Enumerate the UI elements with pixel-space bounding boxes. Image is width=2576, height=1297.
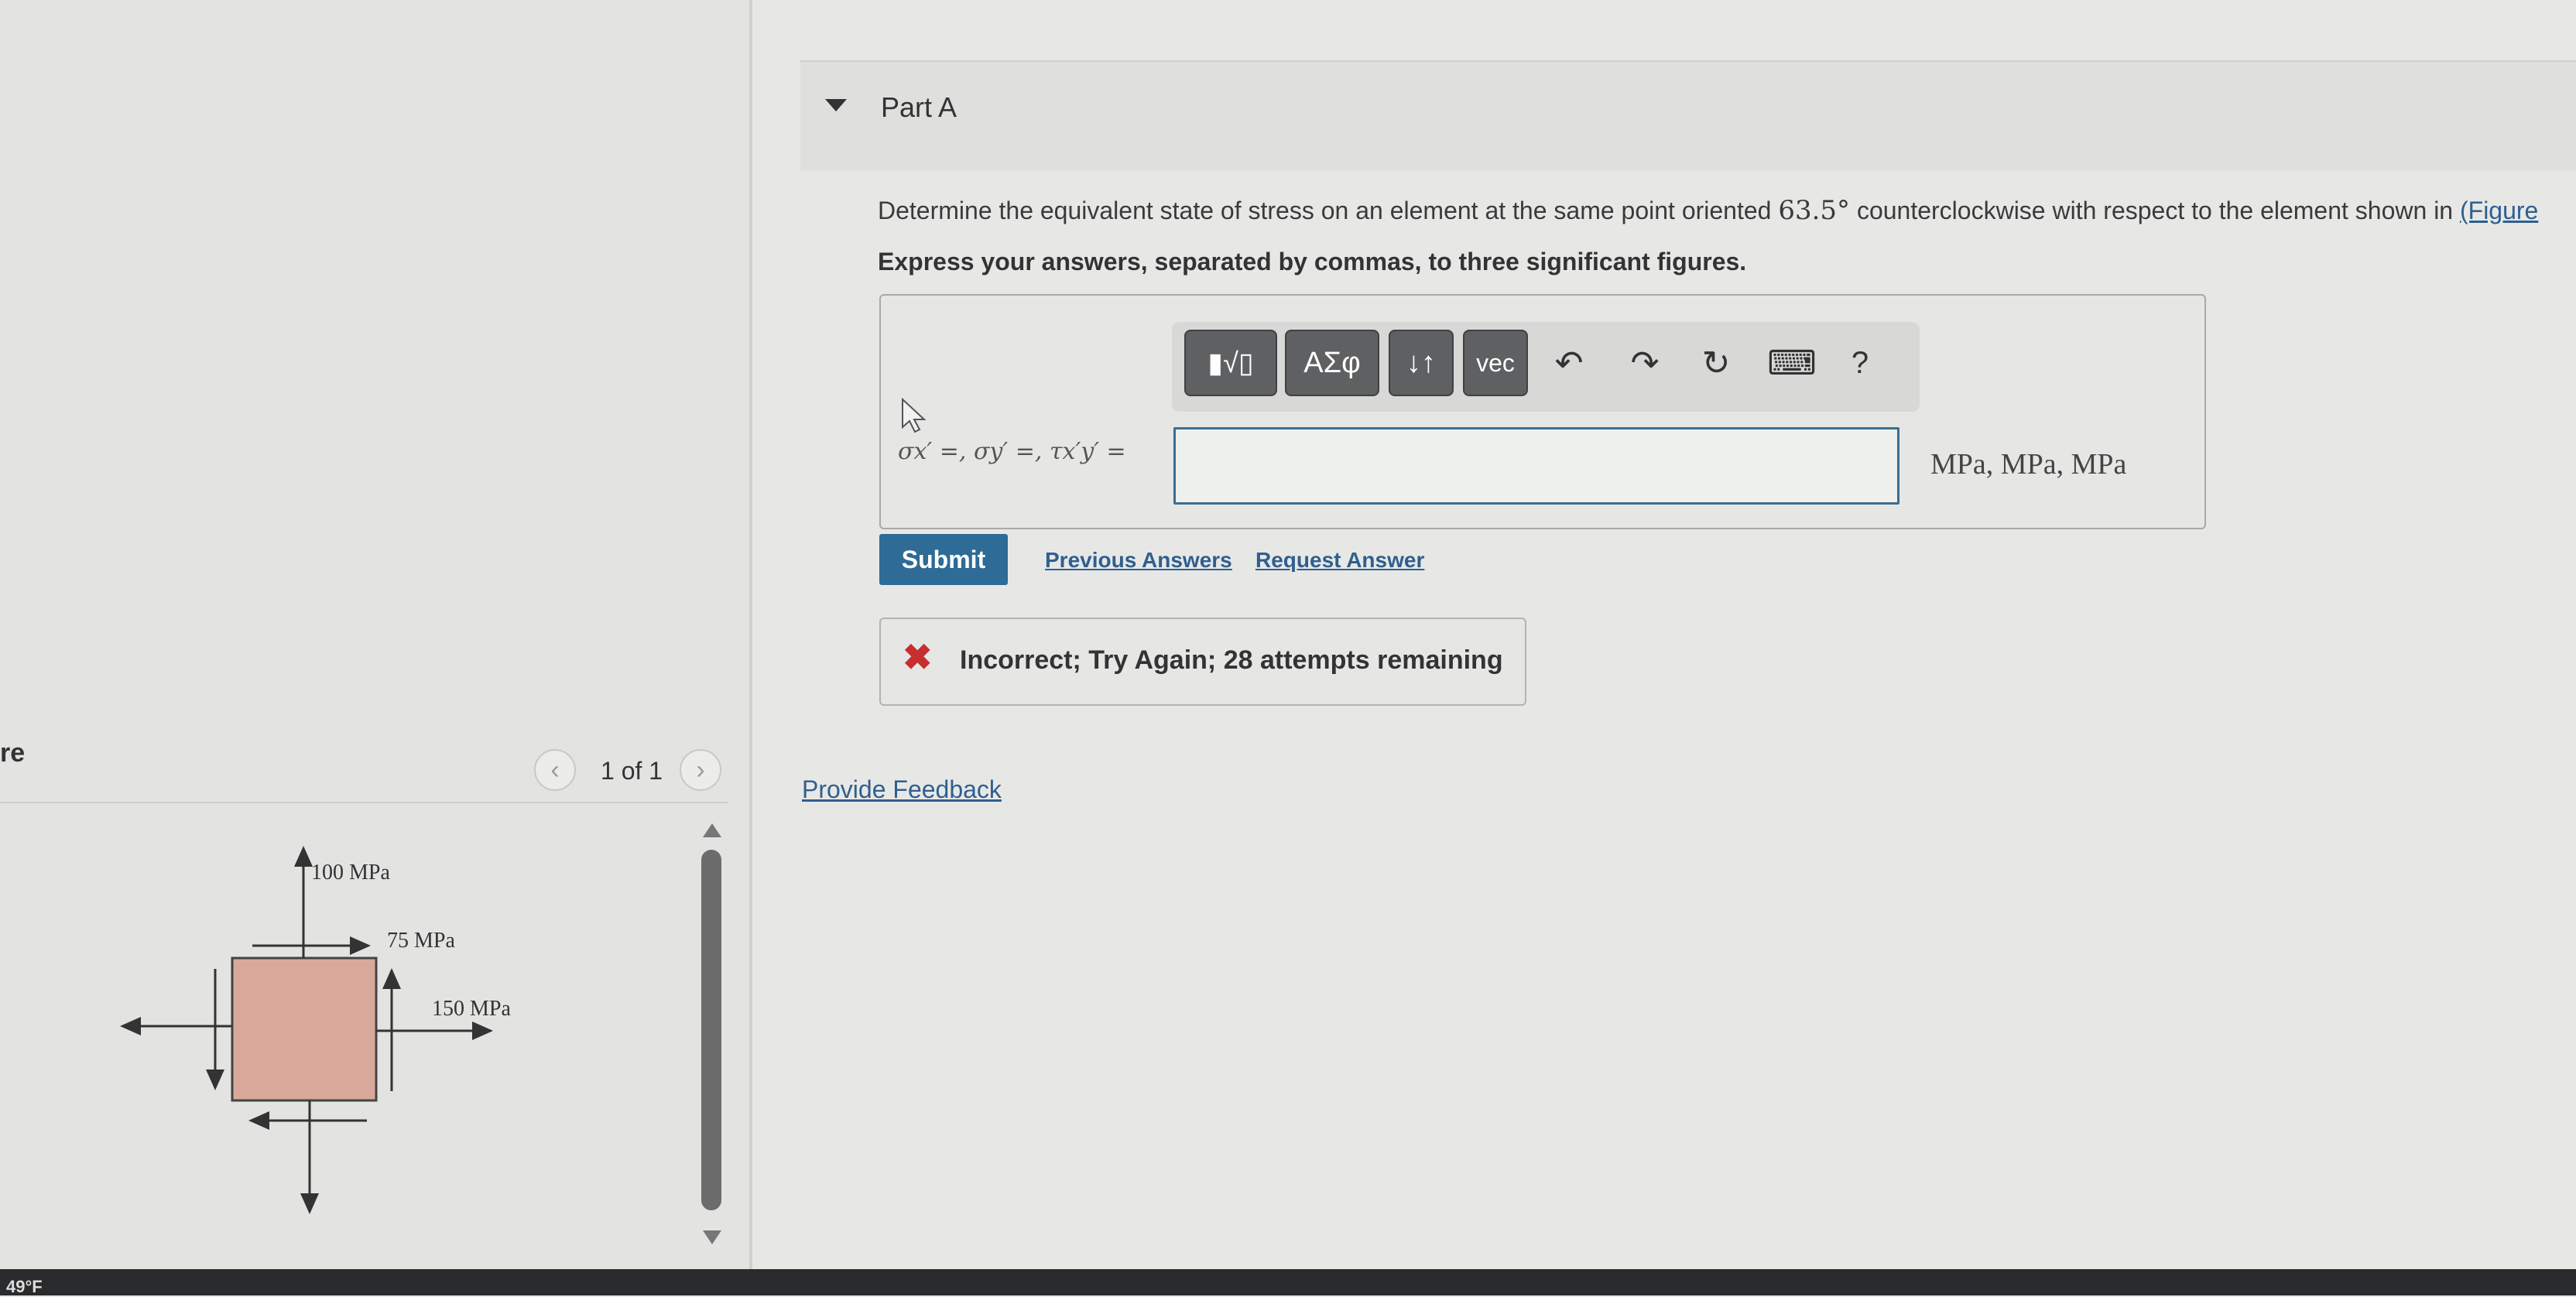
figure-scroll-up[interactable] [703, 823, 721, 837]
submit-button[interactable]: Submit [879, 534, 1008, 585]
answer-label: σx′ =, σy′ =, τx′y′ = [898, 438, 1126, 465]
stress-element [231, 956, 378, 1102]
answer-units: MPa, MPa, MPa [1930, 448, 2127, 481]
question-text: Determine the equivalent state of stress… [878, 195, 2538, 226]
greek-symbols-button[interactable]: ΑΣφ [1285, 330, 1379, 396]
part-header[interactable]: Part A [800, 60, 2576, 170]
question-angle: 63.5° [1778, 195, 1851, 226]
weather-temp: 49°F [6, 1277, 43, 1296]
chevron-right-icon: › [696, 755, 705, 785]
shear-stress-label: 75 MPa [387, 929, 455, 953]
next-figure-button[interactable]: › [680, 749, 721, 791]
figure-scrollbar[interactable] [701, 850, 721, 1210]
template-fraction-root-icon: ▮√▯ [1208, 347, 1254, 378]
redo-icon[interactable]: ↷ [1619, 337, 1670, 388]
reset-icon[interactable]: ↻ [1690, 337, 1742, 388]
x-icon: ✖ [903, 637, 933, 677]
taskbar: 49°F [0, 1269, 2576, 1296]
previous-answers-link[interactable]: Previous Answers [1045, 548, 1232, 573]
instructions: Express your answers, separated by comma… [878, 248, 1747, 275]
horizontal-stress-label: 150 MPa [432, 997, 511, 1021]
math-toolbar: ▮√▯ ΑΣφ ↓↑ vec ↶ ↷ ↻ ⌨ ? [1172, 322, 1920, 412]
figure-divider [0, 802, 728, 803]
chevron-left-icon: ‹ [550, 755, 560, 785]
prev-figure-button[interactable]: ‹ [534, 749, 576, 791]
keyboard-icon[interactable]: ⌨ [1766, 337, 1817, 388]
vertical-stress-label: 100 MPa [311, 861, 390, 885]
mouse-cursor-icon [902, 398, 927, 433]
provide-feedback-link[interactable]: Provide Feedback [802, 775, 1002, 804]
feedback-message: Incorrect; Try Again; 28 attempts remain… [960, 645, 1503, 675]
question-text-after: counterclockwise with respect to the ele… [1856, 197, 2454, 224]
figure-pager: 1 of 1 [601, 757, 663, 785]
request-answer-link[interactable]: Request Answer [1255, 548, 1424, 573]
templates-button[interactable]: ▮√▯ [1184, 330, 1277, 396]
help-button[interactable]: ? [1834, 337, 1886, 388]
feedback-box: ✖ Incorrect; Try Again; 28 attempts rema… [879, 618, 1526, 706]
question-text-before: Determine the equivalent state of stress… [878, 197, 1772, 224]
answer-input[interactable] [1173, 427, 1899, 505]
figure-panel-label: re [0, 738, 26, 768]
part-title: Part A [881, 91, 957, 123]
undo-icon[interactable]: ↶ [1543, 337, 1595, 388]
figure-scroll-down[interactable] [703, 1230, 721, 1244]
stress-element-figure: 100 MPa 75 MPa 150 MPa [120, 846, 511, 1214]
arrows-button[interactable]: ↓↑ [1389, 330, 1454, 396]
vector-button[interactable]: vec [1463, 330, 1528, 396]
caret-down-icon[interactable] [825, 99, 847, 111]
figure-link[interactable]: (Figure [2460, 197, 2538, 224]
